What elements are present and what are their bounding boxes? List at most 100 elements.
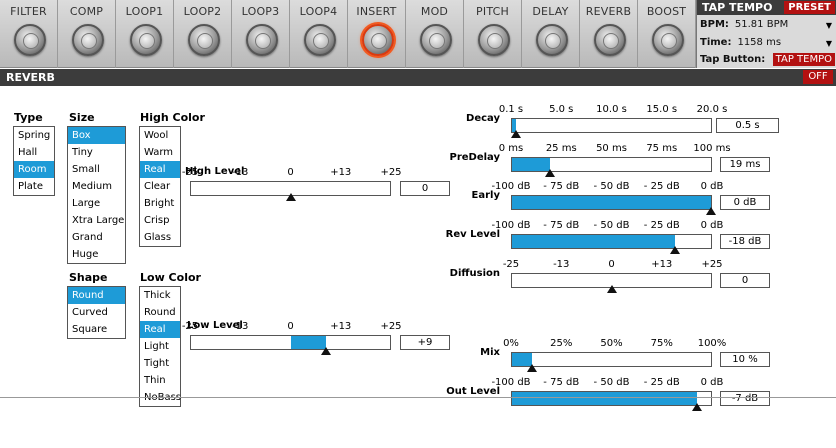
knob-icon[interactable] [14, 24, 46, 56]
size-option[interactable]: Xtra Large [68, 212, 125, 229]
fx-block-reverb[interactable]: REVERB [580, 0, 638, 68]
low-color-option[interactable]: Tight [140, 355, 180, 372]
shape-option[interactable]: Square [68, 321, 125, 338]
early-value[interactable]: 0 dB [720, 195, 770, 210]
knob-icon[interactable] [188, 24, 220, 56]
knob-icon[interactable] [536, 24, 568, 56]
bpm-label: BPM: [700, 19, 729, 30]
high-color-header: High Color [140, 111, 205, 124]
fx-block-delay[interactable]: DELAY [522, 0, 580, 68]
fx-block-comp[interactable]: COMP [58, 0, 116, 68]
decay-pointer-icon[interactable] [511, 130, 521, 138]
high-color-option[interactable]: Glass [140, 229, 180, 246]
bpm-dropdown-icon[interactable]: ▼ [826, 21, 832, 30]
knob-icon[interactable] [72, 24, 104, 56]
fx-block-mod[interactable]: MOD [406, 0, 464, 68]
bpm-row[interactable]: BPM: 51.81 BPM [700, 19, 788, 30]
fx-label: LOOP4 [299, 5, 338, 18]
rev-level-pointer-icon[interactable] [670, 246, 681, 254]
high-color-option[interactable]: Warm [140, 144, 180, 161]
low-level-slider[interactable] [190, 335, 391, 350]
low-color-list[interactable]: ThickRoundRealLightTightThinNoBass [139, 286, 181, 407]
high-color-option[interactable]: Bright [140, 195, 180, 212]
out-level-slider[interactable] [511, 391, 712, 406]
low-color-option[interactable]: Round [140, 304, 180, 321]
knob-icon[interactable] [246, 24, 278, 56]
type-option[interactable]: Plate [14, 178, 54, 195]
size-option[interactable]: Tiny [68, 144, 125, 161]
size-option[interactable]: Box [68, 127, 125, 144]
high-color-option[interactable]: Real [140, 161, 180, 178]
fx-block-loop4[interactable]: LOOP4 [290, 0, 348, 68]
low-color-option[interactable]: Real [140, 321, 180, 338]
predelay-pointer-icon[interactable] [544, 169, 555, 177]
low-color-option[interactable]: Light [140, 338, 180, 355]
predelay-slider[interactable] [511, 157, 712, 172]
tap-tempo-button[interactable]: TAP TEMPO [772, 53, 835, 66]
early-pointer-icon[interactable] [706, 207, 716, 215]
time-row[interactable]: Time: 1158 ms [700, 37, 781, 48]
rev-level-label: Rev Level [445, 229, 500, 240]
decay-value[interactable]: 0.5 s [716, 118, 779, 133]
high-color-option[interactable]: Wool [140, 127, 180, 144]
early-label: Early [471, 190, 500, 201]
shape-option[interactable]: Round [68, 287, 125, 304]
early-fill [512, 196, 711, 209]
power-off-button[interactable]: OFF [803, 70, 833, 84]
knob-icon[interactable] [362, 24, 394, 56]
time-dropdown-icon[interactable]: ▼ [826, 39, 832, 48]
low-level-pointer-icon[interactable] [321, 347, 332, 355]
early-slider[interactable] [511, 195, 712, 210]
type-option[interactable]: Hall [14, 144, 54, 161]
out-level-label: Out Level [446, 386, 500, 397]
type-option[interactable]: Room [14, 161, 54, 178]
rev-level-tick-label: - 25 dB [643, 220, 680, 231]
fx-block-filter[interactable]: FILTER [0, 0, 58, 68]
fx-block-pitch[interactable]: PITCH [464, 0, 522, 68]
mix-pointer-icon[interactable] [526, 364, 537, 372]
high-color-option[interactable]: Crisp [140, 212, 180, 229]
fx-block-insert[interactable]: INSERT [348, 0, 406, 68]
out-level-value[interactable]: -7 dB [720, 391, 770, 406]
size-option[interactable]: Huge [68, 246, 125, 263]
knob-icon[interactable] [130, 24, 162, 56]
fx-block-loop3[interactable]: LOOP3 [232, 0, 290, 68]
predelay-value[interactable]: 19 ms [720, 157, 770, 172]
low-color-option[interactable]: Thin [140, 372, 180, 389]
mix-slider[interactable] [511, 352, 712, 367]
shape-list[interactable]: Round Curved Square [67, 286, 126, 339]
size-option[interactable]: Grand [68, 229, 125, 246]
fx-block-loop2[interactable]: LOOP2 [174, 0, 232, 68]
knob-icon[interactable] [304, 24, 336, 56]
size-option[interactable]: Large [68, 195, 125, 212]
fx-block-boost[interactable]: BOOST [638, 0, 696, 68]
size-option[interactable]: Medium [68, 178, 125, 195]
predelay-tick-label: 0 ms [498, 143, 524, 154]
rev-level-slider[interactable] [511, 234, 712, 249]
knob-icon[interactable] [420, 24, 452, 56]
high-level-pointer-icon[interactable] [285, 193, 296, 201]
knob-icon[interactable] [478, 24, 510, 56]
diffusion-value[interactable]: 0 [720, 273, 770, 288]
fx-block-loop1[interactable]: LOOP1 [116, 0, 174, 68]
decay-slider[interactable] [511, 118, 712, 133]
type-list[interactable]: Spring Hall Room Plate [13, 126, 55, 196]
diffusion-pointer-icon[interactable] [606, 285, 617, 293]
rev-level-value[interactable]: -18 dB [720, 234, 770, 249]
out-level-tick-label: - 25 dB [643, 377, 680, 388]
knob-icon[interactable] [652, 24, 684, 56]
high-color-option[interactable]: Clear [140, 178, 180, 195]
low-color-option[interactable]: Thick [140, 287, 180, 304]
preset-button[interactable]: PRESET [784, 1, 835, 14]
high-level-tick-label: +25 [380, 167, 402, 178]
out-level-pointer-icon[interactable] [692, 403, 703, 411]
mix-value[interactable]: 10 % [720, 352, 770, 367]
high-color-list[interactable]: Wool Warm Real Clear Bright Crisp Glass [139, 126, 181, 247]
tap-button-label: Tap Button: [700, 54, 766, 65]
size-option[interactable]: Small [68, 161, 125, 178]
knob-icon[interactable] [594, 24, 626, 56]
effects-bar: FILTER COMP LOOP1 LOOP2 LOOP3 LOOP4 INSERT MOD P… [0, 0, 696, 68]
shape-option[interactable]: Curved [68, 304, 125, 321]
type-option[interactable]: Spring [14, 127, 54, 144]
size-list[interactable]: Box Tiny Small Medium Large Xtra Large Grand Hu… [67, 126, 126, 264]
